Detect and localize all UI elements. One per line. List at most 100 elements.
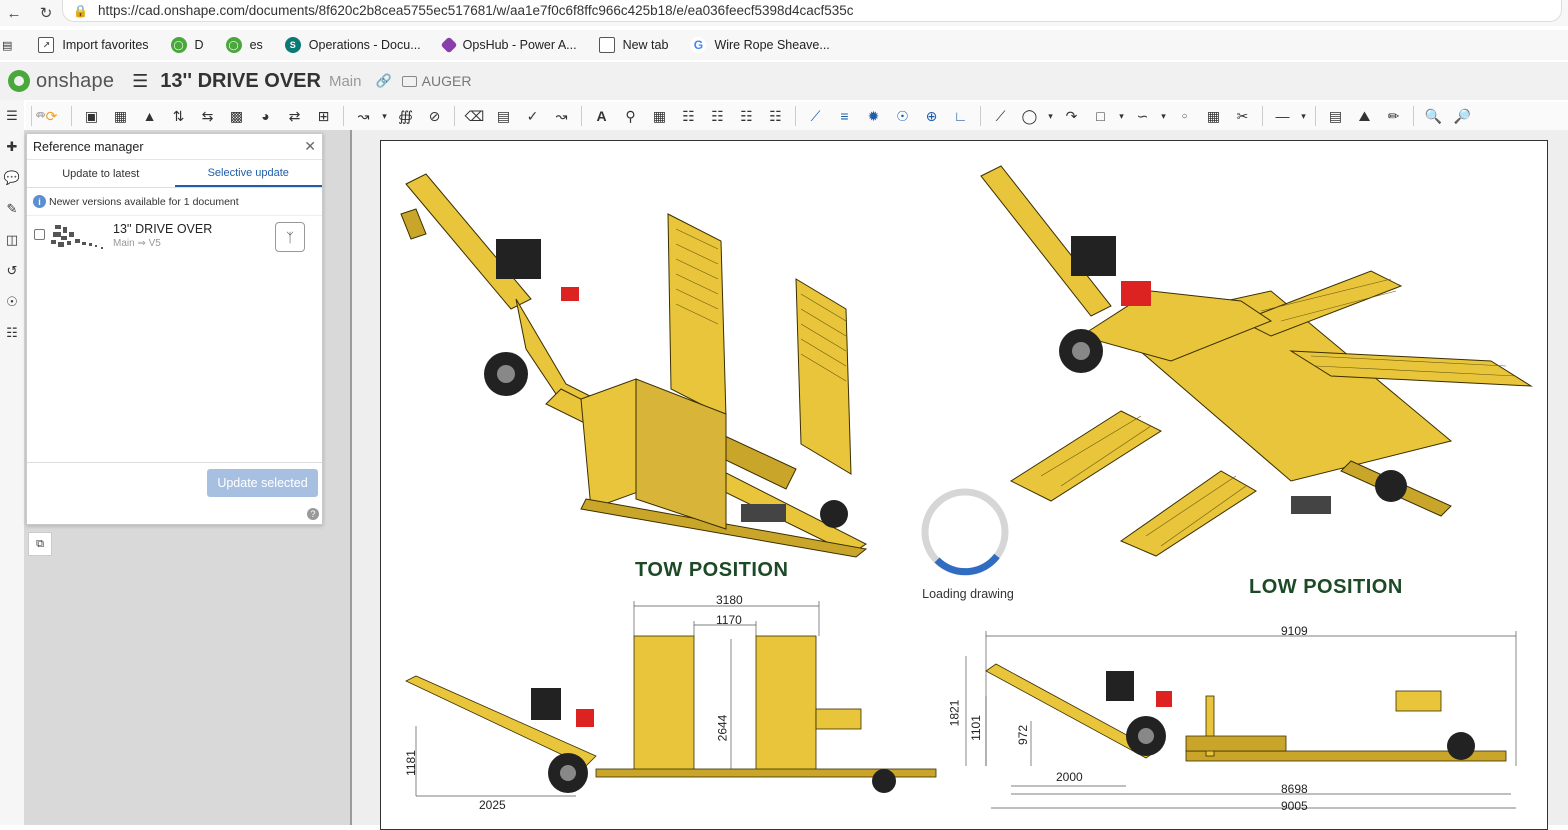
format-painter-icon[interactable]: ✏ bbox=[1381, 104, 1407, 128]
feature-control-frame-icon[interactable]: ▤ bbox=[491, 104, 517, 128]
google-icon: G bbox=[690, 37, 707, 53]
ordinate-dimension-icon[interactable]: ⊘ bbox=[422, 104, 448, 128]
note-icon[interactable]: A bbox=[589, 104, 615, 128]
surface-finish-icon[interactable]: ✓ bbox=[520, 104, 546, 128]
menu-icon[interactable]: ☰ bbox=[132, 71, 148, 92]
circle-dropdown-icon[interactable]: ▾ bbox=[1046, 104, 1056, 128]
parts-icon[interactable]: ◫ bbox=[1, 229, 23, 251]
loading-spinner bbox=[921, 488, 1009, 576]
dimension-dropdown-icon[interactable]: ▾ bbox=[380, 104, 390, 128]
point-centermark-icon[interactable]: ⊕ bbox=[919, 104, 945, 128]
history-icon[interactable]: ↺ bbox=[1, 260, 23, 282]
onshape-logo[interactable]: onshape bbox=[8, 70, 114, 93]
reload-icon[interactable]: ↻ bbox=[32, 2, 60, 24]
spline-icon[interactable]: ∽ bbox=[1130, 104, 1156, 128]
close-icon[interactable]: ✕ bbox=[304, 138, 316, 155]
bookmark-import-favorites[interactable]: ↗ Import favorites bbox=[38, 37, 149, 53]
dim-9109: 9109 bbox=[1281, 624, 1308, 638]
spline-dropdown-icon[interactable]: ▾ bbox=[1159, 104, 1169, 128]
comments-icon[interactable]: 💬 bbox=[1, 167, 23, 189]
lock-icon: 🔒 bbox=[73, 3, 88, 18]
left-icon-rail: ☰ ✚ 💬 ✎ ◫ ↺ ☉ ☷ bbox=[0, 100, 24, 825]
break-view-icon[interactable]: ⇄ bbox=[282, 104, 308, 128]
notes-icon[interactable]: ✎ bbox=[1, 198, 23, 220]
update-selected-button[interactable]: Update selected bbox=[207, 469, 318, 497]
trim-icon[interactable]: ✂ bbox=[1230, 104, 1256, 128]
rectangle-dropdown-icon[interactable]: ▾ bbox=[1117, 104, 1127, 128]
tab-update-to-latest[interactable]: Update to latest bbox=[27, 160, 175, 187]
datum-icon[interactable]: ⌫ bbox=[462, 104, 488, 128]
layers-icon[interactable]: ⧉ bbox=[28, 532, 52, 556]
weld-symbol-icon[interactable]: ↝ bbox=[549, 104, 575, 128]
bookmark-opshub[interactable]: OpsHub - Power A... bbox=[440, 36, 577, 54]
help-icon[interactable]: ? bbox=[307, 508, 319, 520]
line-icon[interactable]: ⟋ bbox=[988, 104, 1014, 128]
export-dxf-icon[interactable]: ▤ bbox=[1323, 104, 1349, 128]
arc-icon[interactable]: ↷ bbox=[1059, 104, 1085, 128]
crop-view-icon[interactable]: ⊞ bbox=[311, 104, 337, 128]
url-field[interactable]: 🔒 https://cad.onshape.com/documents/8f62… bbox=[62, 0, 1562, 22]
detail-view-icon[interactable]: ◕ bbox=[253, 104, 279, 128]
line-style-icon[interactable]: — bbox=[1270, 104, 1296, 128]
aligned-section-icon[interactable]: ⇆ bbox=[195, 104, 221, 128]
drawing-sheet[interactable]: TOW POSITION LOW POSITION 3180 1170 2644… bbox=[380, 140, 1548, 830]
insert-view-icon[interactable]: ▣ bbox=[79, 104, 105, 128]
bookmark-wire-rope[interactable]: G Wire Rope Sheave... bbox=[690, 37, 830, 53]
reference-manager-panel: Reference manager ✕ Update to latest Sel… bbox=[26, 133, 323, 525]
version-graph-button[interactable]: ᛉ bbox=[275, 222, 305, 252]
back-arrow-icon[interactable]: ← bbox=[0, 2, 28, 24]
baseline-dimension-icon[interactable]: ∰ bbox=[393, 104, 419, 128]
branch-label[interactable]: Main bbox=[329, 73, 362, 90]
panel-divider-line bbox=[27, 462, 322, 463]
dimension-icon[interactable]: ↝ bbox=[351, 104, 377, 128]
inspect-icon[interactable]: ☉ bbox=[1, 291, 23, 313]
folder-breadcrumb[interactable]: AUGER bbox=[401, 73, 471, 89]
bom-icon[interactable]: ☷ bbox=[1, 322, 23, 344]
insert-image-icon[interactable]: ⛰ bbox=[1352, 104, 1378, 128]
bookmark-new-tab[interactable]: New tab bbox=[598, 37, 668, 53]
point-icon[interactable]: ○ bbox=[1172, 104, 1198, 128]
zoom-search-icon[interactable]: 🔍 bbox=[1421, 104, 1447, 128]
bookmark-operations[interactable]: S Operations - Docu... bbox=[284, 37, 421, 53]
circle-icon[interactable]: ◯ bbox=[1017, 104, 1043, 128]
bolt-circle-icon[interactable]: ✹ bbox=[861, 104, 887, 128]
hatch-icon[interactable]: ▦ bbox=[1201, 104, 1227, 128]
bookmark-es[interactable]: ◯ es bbox=[225, 37, 263, 53]
dim-1821: 1821 bbox=[947, 699, 962, 727]
select-checkbox[interactable] bbox=[34, 229, 45, 240]
projected-view-icon[interactable]: ▦ bbox=[108, 104, 134, 128]
section-view-icon[interactable]: ⇅ bbox=[166, 104, 192, 128]
tow-position-side-view bbox=[405, 601, 937, 797]
centerline-icon[interactable]: ⟋ bbox=[803, 104, 829, 128]
feature-list-icon[interactable]: ☰ bbox=[1, 105, 23, 127]
bom-table-icon[interactable]: ☷ bbox=[676, 104, 702, 128]
toolbar-separator bbox=[71, 106, 72, 126]
toolbar-separator bbox=[581, 106, 582, 126]
document-title[interactable]: 13'' DRIVE OVER bbox=[160, 70, 321, 93]
auxiliary-view-icon[interactable]: ▲ bbox=[137, 104, 163, 128]
tab-selective-update[interactable]: Selective update bbox=[174, 160, 322, 187]
dim-2000: 2000 bbox=[1056, 770, 1083, 784]
line-style-dropdown-icon[interactable]: ▾ bbox=[1299, 104, 1309, 128]
panel-divider[interactable] bbox=[350, 130, 352, 825]
url-text: https://cad.onshape.com/documents/8f620c… bbox=[97, 3, 854, 18]
link-icon[interactable]: 🔗 bbox=[375, 73, 391, 89]
circle-centermark-icon[interactable]: ☉ bbox=[890, 104, 916, 128]
branch-icon: ᛉ bbox=[286, 229, 294, 245]
table-icon[interactable]: ▦ bbox=[647, 104, 673, 128]
broken-out-section-icon[interactable]: ▩ bbox=[224, 104, 250, 128]
dim-2644: 2644 bbox=[715, 714, 730, 742]
toolbar-separator bbox=[343, 106, 344, 126]
bookmark-d[interactable]: ◯ D bbox=[170, 37, 204, 53]
general-table-icon[interactable]: ☷ bbox=[763, 104, 789, 128]
hole-table-icon[interactable]: ☷ bbox=[705, 104, 731, 128]
sidebar-toggle-icon[interactable]: ▤ bbox=[2, 39, 12, 52]
redo-icon[interactable]: ↷ bbox=[28, 104, 54, 128]
inspect-search-icon[interactable]: 🔎 bbox=[1450, 104, 1476, 128]
revision-table-icon[interactable]: ☷ bbox=[734, 104, 760, 128]
centermark-icon[interactable]: ≡ bbox=[832, 104, 858, 128]
rectangle-icon[interactable]: □ bbox=[1088, 104, 1114, 128]
callout-icon[interactable]: ⚲ bbox=[618, 104, 644, 128]
angle-line-icon[interactable]: ∟ bbox=[948, 104, 974, 128]
add-part-icon[interactable]: ✚ bbox=[1, 136, 23, 158]
